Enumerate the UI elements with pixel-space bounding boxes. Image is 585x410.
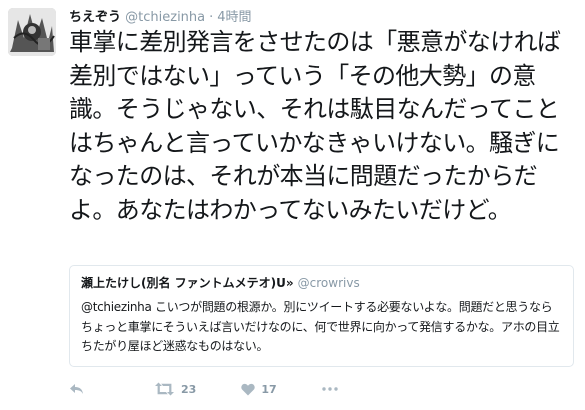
username[interactable]: @tchiezinha — [125, 10, 205, 25]
more-icon — [321, 387, 338, 391]
more-button[interactable] — [321, 387, 338, 391]
timestamp[interactable]: 4時間 — [217, 10, 251, 25]
display-name[interactable]: ちえぞう — [69, 10, 121, 25]
tweet-text: 車掌に差別発言をさせたのは「悪意がなければ差別ではない」っていう「その他大勢」の… — [69, 28, 561, 224]
quoted-tweet-header: 瀬上たけし(別名 ファントムメテオ)U» @crowrivs — [81, 275, 563, 292]
separator: · — [209, 10, 214, 25]
like-button[interactable]: 17 — [241, 382, 277, 396]
reply-button[interactable] — [69, 383, 95, 395]
retweet-icon — [154, 382, 175, 396]
tweet-header: ちえぞう @tchiezinha · 4時間 — [69, 9, 252, 27]
quoted-display-name: 瀬上たけし(別名 ファントムメテオ)U» — [81, 276, 294, 290]
retweet-button[interactable]: 23 — [154, 382, 196, 396]
quoted-tweet[interactable]: 瀬上たけし(別名 ファントムメテオ)U» @crowrivs @tchiezinh… — [69, 265, 574, 367]
like-count: 17 — [261, 382, 277, 396]
avatar[interactable] — [8, 8, 56, 56]
quoted-username: @crowrivs — [297, 276, 360, 290]
retweet-count: 23 — [181, 382, 197, 396]
tweet-actions: 23 17 — [69, 377, 338, 401]
heart-icon — [241, 383, 255, 396]
reply-icon — [69, 383, 84, 395]
quoted-tweet-text: @tchiezinha こいつが問題の根源か。別にツイートする必要ないよな。問題… — [81, 300, 560, 353]
